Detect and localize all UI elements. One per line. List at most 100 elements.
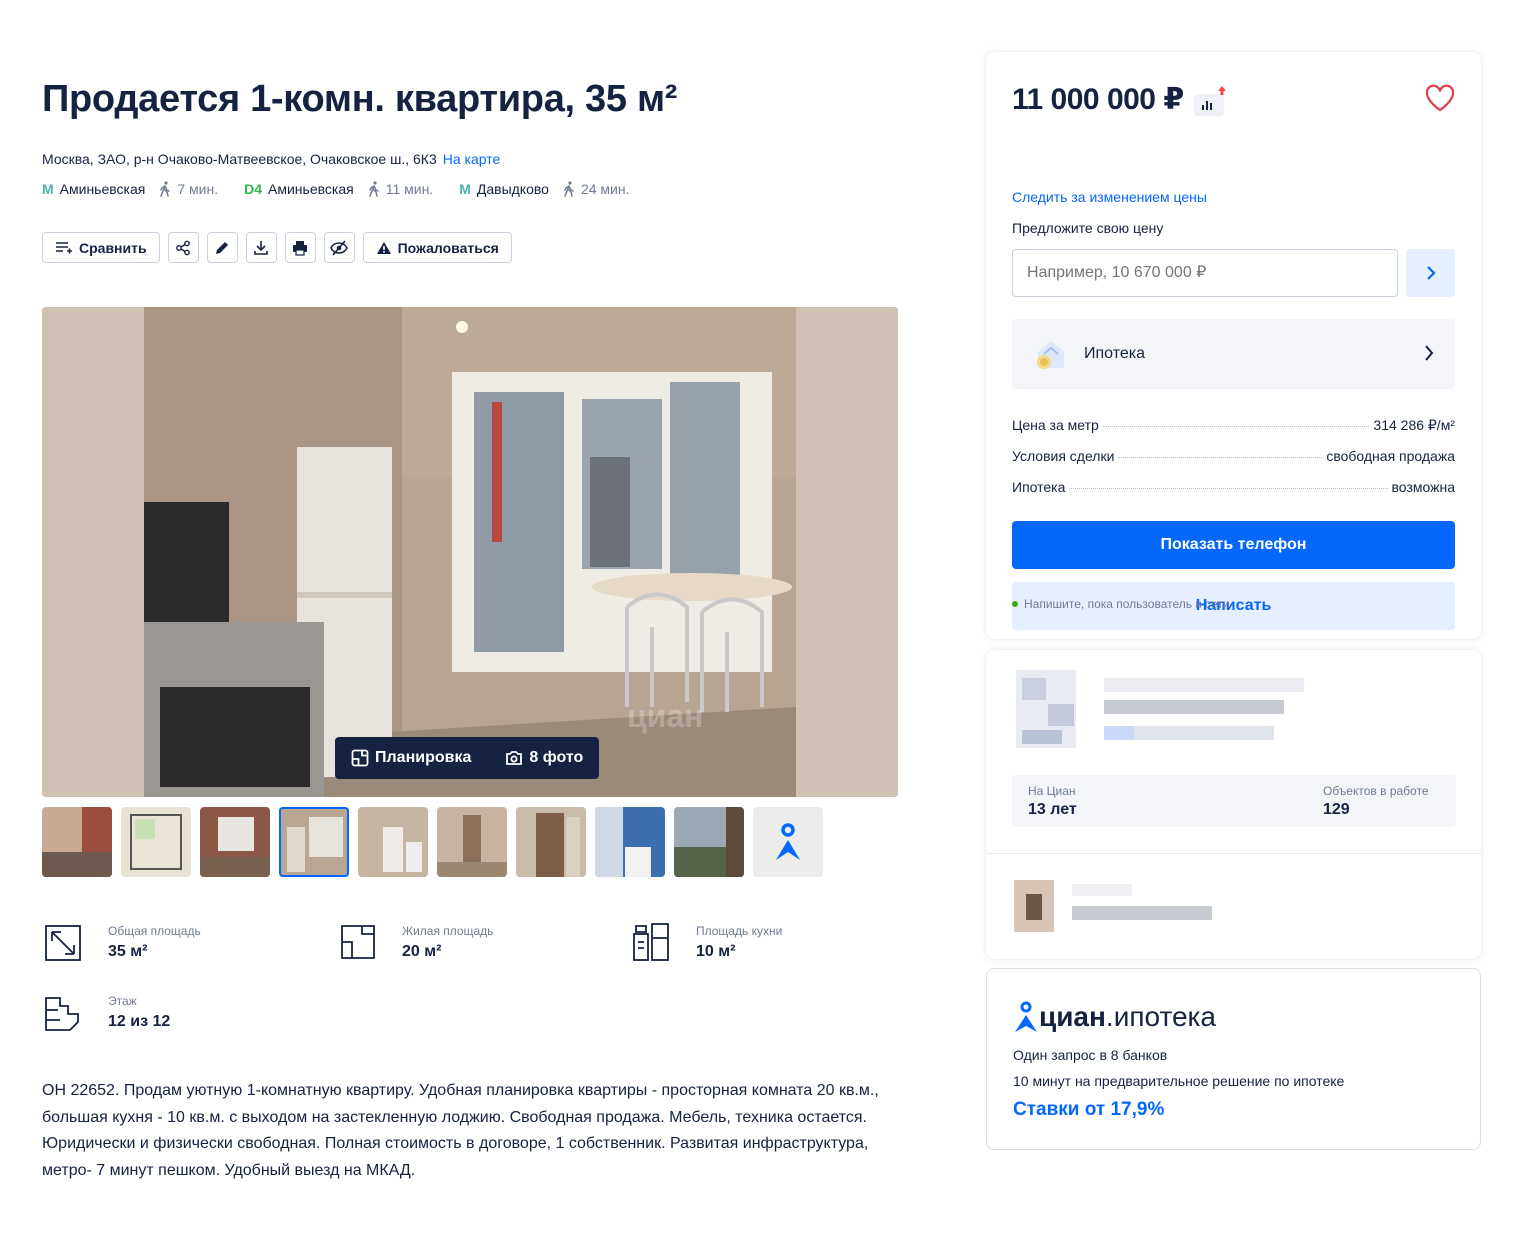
kitchen-photo: циан [42, 307, 898, 797]
metro-station-name: Аминьевская [59, 181, 146, 197]
heart-icon [1425, 84, 1455, 112]
offer-price-input[interactable] [1012, 249, 1398, 297]
agent-logo-blurred [1016, 670, 1304, 748]
promo-line: Один запрос в 8 банков [1013, 1047, 1168, 1063]
chevron-right-icon [1426, 266, 1436, 280]
cian-logo-icon [1015, 1001, 1037, 1032]
fact-kitchen-area: Площадь кухни 10 м² [630, 920, 782, 964]
metro-line-icon: M [42, 181, 54, 197]
thumbnail[interactable] [121, 807, 191, 877]
thumbnail[interactable] [42, 807, 112, 877]
agent-person-blurred[interactable] [1012, 878, 1222, 934]
fact-label: Общая площадь [108, 924, 201, 938]
thumbnail[interactable] [358, 807, 428, 877]
agent-stats: На Циан 13 лет Объектов в работе 129 [1012, 775, 1456, 827]
stat-label: На Циан [1028, 784, 1076, 798]
walk-time: 11 мин. [368, 181, 434, 197]
map-link[interactable]: На карте [443, 151, 501, 167]
metro-station-name: Аминьевская [268, 181, 354, 197]
promo-line: 10 минут на предварительное решение по и… [1013, 1073, 1345, 1089]
walk-time-text: 11 мин. [385, 181, 434, 197]
walk-time-text: 24 мин. [580, 181, 630, 197]
detail-key: Условия сделки [1012, 448, 1115, 464]
metro-line-icon: D4 [244, 181, 263, 197]
edit-button[interactable] [206, 232, 238, 263]
detail-value: возможна [1391, 479, 1455, 495]
mortgage-button[interactable]: Ипотека [1012, 319, 1455, 389]
online-status: Напишите, пока пользователь в сети [1012, 597, 1230, 611]
fact-label: Площадь кухни [696, 924, 783, 938]
address-line: Москва, ЗАО, р-н Очаково-Матвеевское, Оч… [42, 151, 500, 167]
show-phone-button[interactable]: Показать телефон [1012, 521, 1455, 569]
thumbnail[interactable] [516, 807, 586, 877]
stairs-icon [45, 997, 79, 1031]
price-chart-icon [1193, 85, 1226, 116]
complain-label: Пожаловаться [397, 239, 499, 256]
detail-row: Цена за метр 314 286 ₽/м² [1012, 417, 1455, 448]
fact-label: Этаж [108, 994, 137, 1008]
print-button[interactable] [284, 232, 316, 263]
pencil-icon [216, 241, 229, 254]
mortgage-promo-card[interactable]: циан .ипотека Один запрос в 8 банков 10 м… [986, 968, 1481, 1150]
compare-button[interactable]: Сравнить [42, 232, 160, 263]
thumbnail[interactable] [200, 807, 270, 877]
stat-value: 13 лет [1028, 801, 1077, 818]
complain-button[interactable]: Пожаловаться [362, 232, 512, 263]
stat-objects: Объектов в работе 129 [1323, 784, 1429, 819]
hide-button[interactable] [323, 232, 355, 263]
follow-price-link[interactable]: Следить за изменением цены [1012, 189, 1207, 205]
fact-label: Жилая площадь [402, 924, 494, 938]
detail-value: свободная продажа [1326, 448, 1455, 464]
detail-value: 314 286 ₽/м² [1373, 417, 1455, 433]
action-toolbar: Сравнить Пожаловаться [42, 232, 512, 263]
metro-station[interactable]: D4 Аминьевская 11 мин. [244, 181, 433, 197]
rates-link[interactable]: Ставки от 17,9% [1013, 1099, 1164, 1121]
share-button[interactable] [167, 232, 199, 263]
compare-icon [56, 241, 72, 253]
thumbnail-strip [42, 807, 823, 877]
agent-card: На Циан 13 лет Объектов в работе 129 [986, 650, 1481, 959]
price-history-button[interactable] [1193, 85, 1226, 116]
share-icon [176, 240, 190, 255]
walk-time: 7 мин. [159, 181, 218, 197]
divider [986, 853, 1481, 854]
fact-value: 10 м² [696, 943, 736, 960]
thumbnail[interactable] [279, 807, 349, 877]
price-details: Цена за метр 314 286 ₽/м² Условия сделки с… [1012, 417, 1455, 510]
plan-button[interactable]: Планировка [351, 749, 471, 767]
metro-station[interactable]: M Давыдково 24 мин. [459, 181, 629, 197]
photo-overlay-buttons: Планировка 8 фото [335, 737, 600, 779]
photos-button[interactable]: 8 фото [505, 749, 583, 767]
compare-label: Сравнить [79, 239, 147, 256]
warning-icon [376, 241, 391, 254]
fact-floor: Этаж 12 из 12 [42, 990, 170, 1034]
online-text: Напишите, пока пользователь в сети [1024, 597, 1230, 611]
thumbnail[interactable] [674, 807, 744, 877]
walking-icon [368, 181, 379, 197]
metro-list: M Аминьевская 7 мин. D4 Аминьевская 11 м… [42, 181, 655, 197]
offer-label: Предложите свою цену [1012, 220, 1164, 236]
price: 11 000 000 ₽ [1012, 83, 1184, 116]
offer-submit-button[interactable] [1406, 249, 1455, 297]
fact-living-area: Жилая площадь 20 м² [336, 920, 493, 964]
stat-value: 129 [1323, 801, 1350, 818]
detail-key: Цена за метр [1012, 417, 1099, 433]
kitchen-icon [633, 923, 669, 961]
metro-station[interactable]: M Аминьевская 7 мин. [42, 181, 218, 197]
walking-icon [160, 181, 171, 197]
photos-label: 8 фото [529, 749, 584, 766]
fact-value: 12 из 12 [108, 1013, 171, 1030]
download-button[interactable] [245, 232, 277, 263]
detail-key: Ипотека [1012, 479, 1066, 495]
fact-value: 20 м² [402, 943, 442, 960]
favorite-button[interactable] [1425, 84, 1455, 117]
thumbnail[interactable] [595, 807, 665, 877]
map-thumbnail[interactable] [753, 807, 823, 877]
photo-watermark: циан [627, 698, 703, 734]
metro-line-icon: M [459, 181, 471, 197]
room-plan-icon [341, 925, 375, 959]
thumbnail[interactable] [437, 807, 507, 877]
main-photo[interactable]: циан Планировка 8 фото [42, 307, 898, 797]
cian-mortgage-logo: циан .ипотека [1013, 1001, 1216, 1033]
price-row: 11 000 000 ₽ [1012, 82, 1226, 117]
